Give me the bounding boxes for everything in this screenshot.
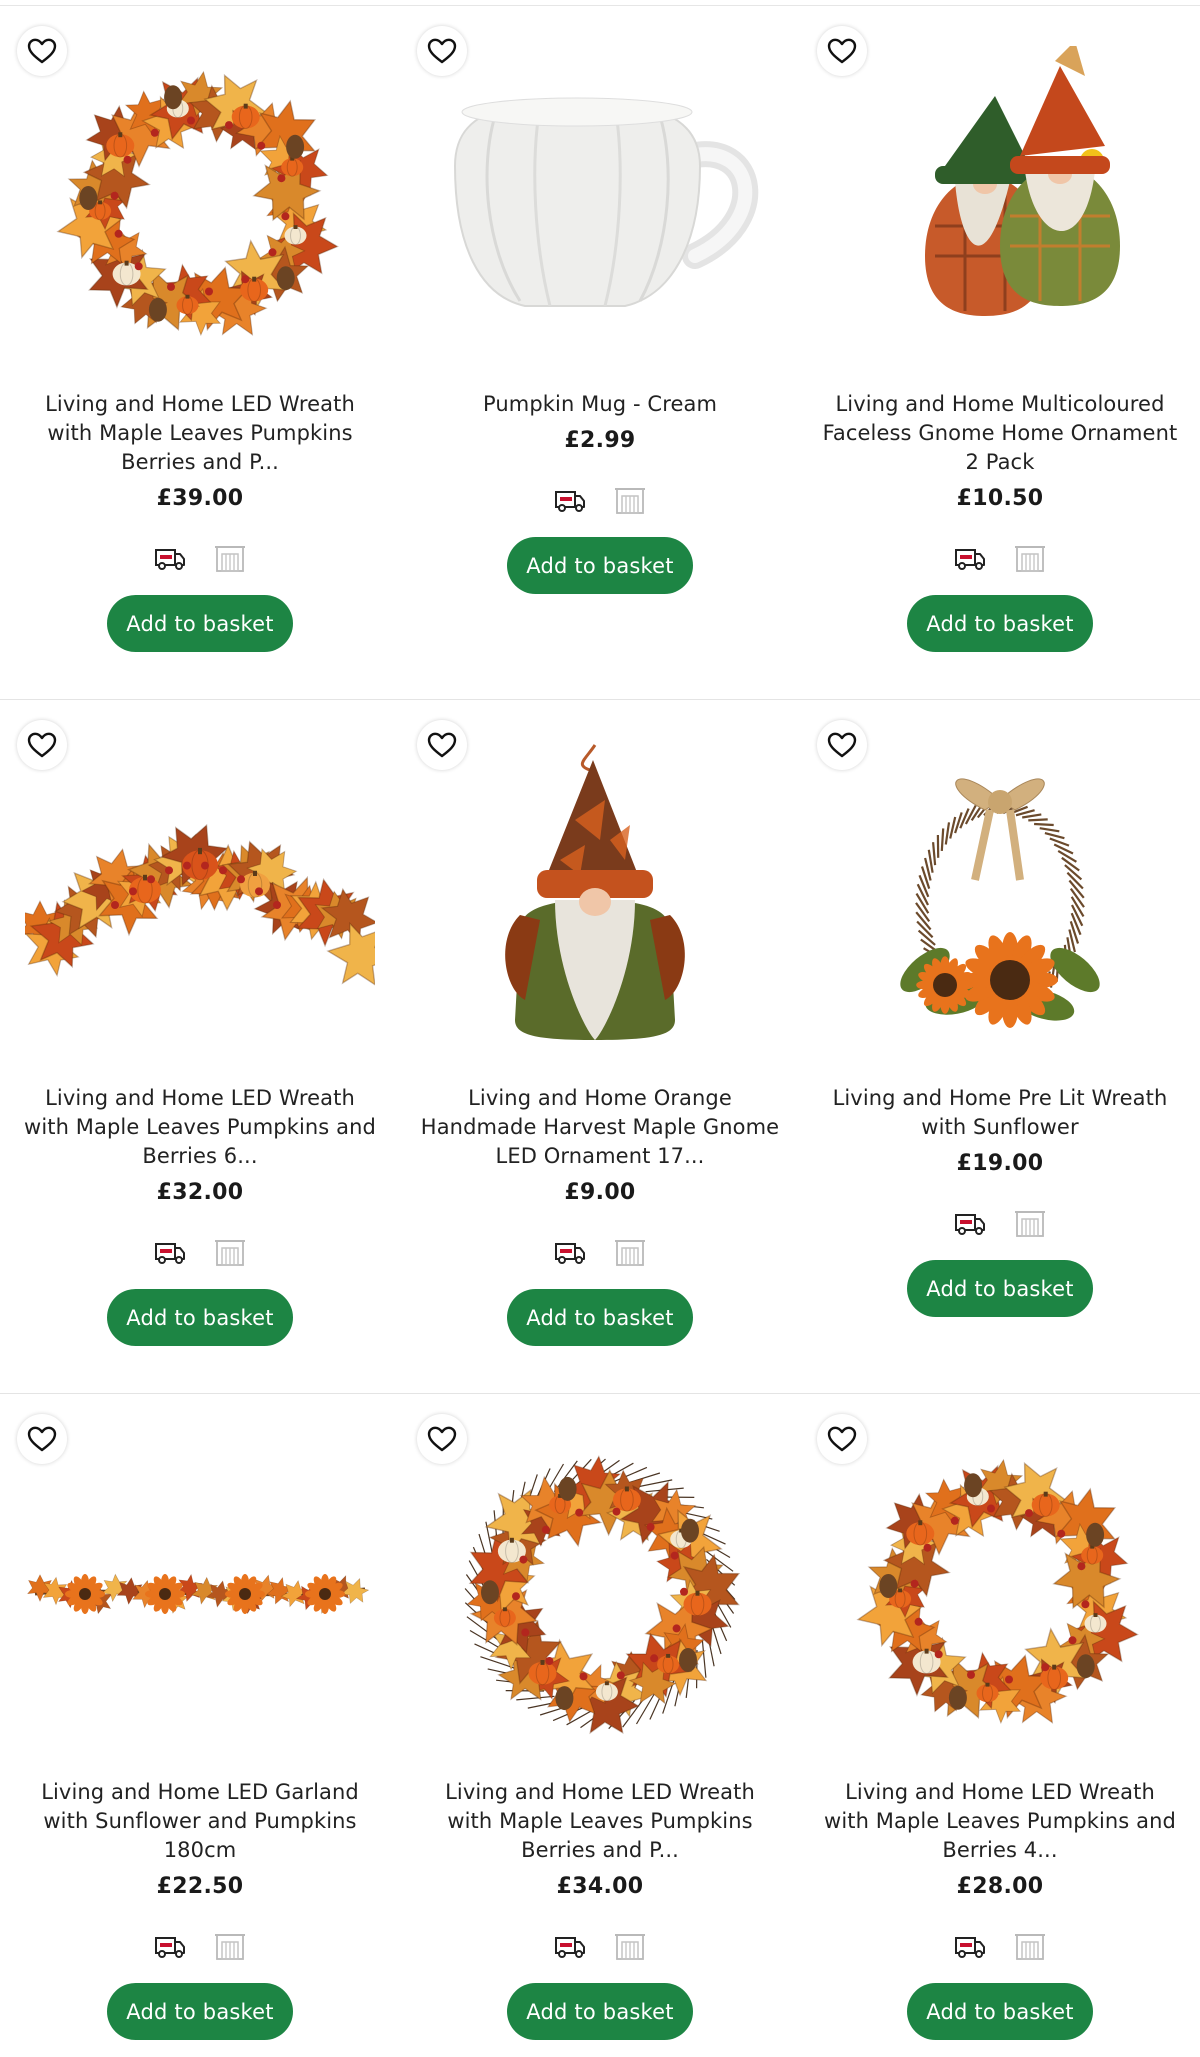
- product-title[interactable]: Living and Home LED Wreath with Maple Le…: [820, 1778, 1180, 1865]
- maple-wreath-image[interactable]: [425, 1434, 775, 1754]
- store-collect-icon: [1013, 1929, 1047, 1963]
- product-price: £9.00: [564, 1180, 636, 1205]
- delivery-van-icon: [953, 541, 987, 575]
- delivery-van-icon: [553, 1929, 587, 1963]
- add-to-basket-button[interactable]: Add to basket: [507, 1289, 693, 1346]
- store-collect-icon: [613, 1235, 647, 1269]
- product-info: Living and Home LED Wreath with Maple Le…: [20, 390, 380, 652]
- product-title[interactable]: Living and Home LED Wreath with Maple Le…: [420, 1778, 780, 1865]
- store-collect-icon: [1013, 541, 1047, 575]
- delivery-van-icon: [953, 1206, 987, 1240]
- add-to-basket-button[interactable]: Add to basket: [907, 1260, 1093, 1317]
- fulfilment-options: [20, 541, 380, 575]
- store-collect-icon: [1013, 1206, 1047, 1240]
- product-title[interactable]: Pumpkin Mug - Cream: [420, 390, 780, 419]
- add-to-basket-button[interactable]: Add to basket: [507, 1983, 693, 2040]
- add-to-basket-button[interactable]: Add to basket: [107, 1289, 293, 1346]
- autumn-swag-image[interactable]: [25, 740, 375, 1060]
- product-price: £28.00: [956, 1874, 1044, 1899]
- product-info: Living and Home LED Wreath with Maple Le…: [20, 1084, 380, 1346]
- fulfilment-options: [420, 483, 780, 517]
- autumn-wreath-image[interactable]: [825, 1434, 1175, 1754]
- product-card[interactable]: Living and Home Multicoloured Faceless G…: [800, 6, 1200, 700]
- product-card[interactable]: Living and Home LED Wreath with Maple Le…: [0, 6, 400, 700]
- product-row: Living and Home LED Wreath with Maple Le…: [0, 700, 1200, 1394]
- delivery-van-icon: [153, 1235, 187, 1269]
- product-price: £32.00: [156, 1180, 244, 1205]
- product-info: Living and Home Multicoloured Faceless G…: [820, 390, 1180, 652]
- autumn-wreath-image[interactable]: [25, 46, 375, 366]
- fulfilment-options: [820, 1206, 1180, 1240]
- product-card[interactable]: Pumpkin Mug - Cream £2.99 Add to basket: [400, 6, 800, 700]
- store-collect-icon: [613, 1929, 647, 1963]
- product-info: Living and Home LED Garland with Sunflow…: [20, 1778, 380, 2040]
- product-price: £34.00: [556, 1874, 644, 1899]
- delivery-van-icon: [953, 1929, 987, 1963]
- product-price: £39.00: [156, 486, 244, 511]
- product-info: Living and Home Orange Handmade Harvest …: [420, 1084, 780, 1346]
- product-title[interactable]: Living and Home LED Wreath with Maple Le…: [20, 390, 380, 477]
- garland-image[interactable]: [25, 1434, 375, 1754]
- fulfilment-options: [820, 1929, 1180, 1963]
- product-price: £2.99: [564, 428, 636, 453]
- delivery-van-icon: [153, 1929, 187, 1963]
- store-collect-icon: [613, 483, 647, 517]
- gnome-pair-image[interactable]: [825, 46, 1175, 366]
- store-collect-icon: [213, 1929, 247, 1963]
- product-title[interactable]: Living and Home LED Wreath with Maple Le…: [20, 1084, 380, 1171]
- product-card[interactable]: Living and Home LED Wreath with Maple Le…: [800, 1394, 1200, 2057]
- delivery-van-icon: [153, 541, 187, 575]
- product-price: £22.50: [156, 1874, 244, 1899]
- product-title[interactable]: Living and Home Orange Handmade Harvest …: [420, 1084, 780, 1171]
- fulfilment-options: [420, 1929, 780, 1963]
- product-card[interactable]: Living and Home LED Wreath with Maple Le…: [0, 700, 400, 1394]
- product-info: Pumpkin Mug - Cream £2.99 Add to basket: [420, 390, 780, 594]
- product-title[interactable]: Living and Home Pre Lit Wreath with Sunf…: [820, 1084, 1180, 1142]
- product-card[interactable]: Living and Home LED Garland with Sunflow…: [0, 1394, 400, 2057]
- store-collect-icon: [213, 1235, 247, 1269]
- product-info: Living and Home LED Wreath with Maple Le…: [820, 1778, 1180, 2040]
- product-price: £10.50: [956, 486, 1044, 511]
- product-title[interactable]: Living and Home LED Garland with Sunflow…: [20, 1778, 380, 1865]
- product-info: Living and Home LED Wreath with Maple Le…: [420, 1778, 780, 2040]
- delivery-van-icon: [553, 483, 587, 517]
- gnome-image[interactable]: [425, 740, 775, 1060]
- add-to-basket-button[interactable]: Add to basket: [507, 537, 693, 594]
- product-grid: Living and Home LED Wreath with Maple Le…: [0, 0, 1200, 2057]
- add-to-basket-button[interactable]: Add to basket: [107, 1983, 293, 2040]
- product-card[interactable]: Living and Home LED Wreath with Maple Le…: [400, 1394, 800, 2057]
- fulfilment-options: [20, 1929, 380, 1963]
- fulfilment-options: [420, 1235, 780, 1269]
- delivery-van-icon: [553, 1235, 587, 1269]
- fulfilment-options: [20, 1235, 380, 1269]
- add-to-basket-button[interactable]: Add to basket: [907, 1983, 1093, 2040]
- product-title[interactable]: Living and Home Multicoloured Faceless G…: [820, 390, 1180, 477]
- add-to-basket-button[interactable]: Add to basket: [907, 595, 1093, 652]
- fulfilment-options: [820, 541, 1180, 575]
- sunflower-wreath-image[interactable]: [825, 740, 1175, 1060]
- pumpkin-mug-image[interactable]: [425, 46, 775, 366]
- product-card[interactable]: Living and Home Pre Lit Wreath with Sunf…: [800, 700, 1200, 1394]
- store-collect-icon: [213, 541, 247, 575]
- product-card[interactable]: Living and Home Orange Handmade Harvest …: [400, 700, 800, 1394]
- product-row: Living and Home LED Wreath with Maple Le…: [0, 6, 1200, 700]
- product-info: Living and Home Pre Lit Wreath with Sunf…: [820, 1084, 1180, 1317]
- product-price: £19.00: [956, 1151, 1044, 1176]
- add-to-basket-button[interactable]: Add to basket: [107, 595, 293, 652]
- product-row: Living and Home LED Garland with Sunflow…: [0, 1394, 1200, 2057]
